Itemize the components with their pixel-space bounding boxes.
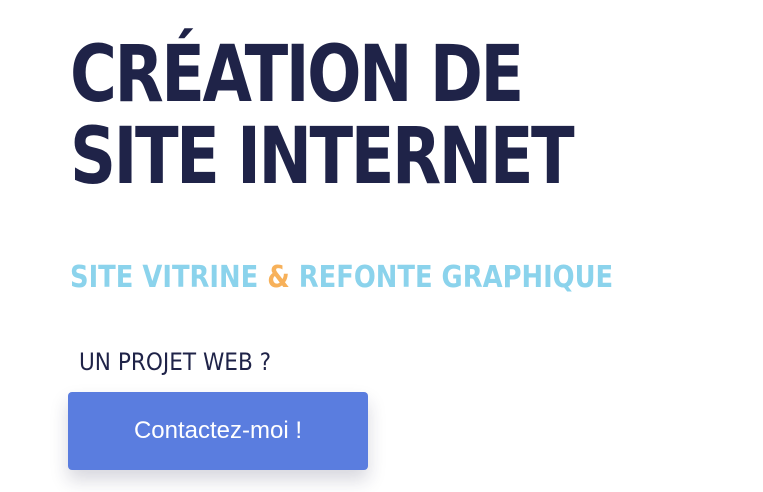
contact-button[interactable]: Contactez-moi ! bbox=[68, 392, 368, 470]
hero-section: CRÉATION DE SITE INTERNET SITE VITRINE &… bbox=[0, 0, 763, 492]
subtitle: SITE VITRINE & REFONTE GRAPHIQUE bbox=[70, 259, 613, 297]
title-line-1: CRÉATION DE bbox=[70, 30, 524, 120]
subtitle-ampersand: & bbox=[267, 260, 290, 295]
title-line-2: SITE INTERNET bbox=[70, 112, 575, 202]
subtitle-part-1: SITE VITRINE bbox=[70, 260, 268, 295]
page-title: CRÉATION DE SITE INTERNET bbox=[70, 30, 575, 202]
subtitle-part-2: REFONTE GRAPHIQUE bbox=[289, 260, 614, 295]
project-question: UN PROJET WEB ? bbox=[79, 348, 272, 376]
